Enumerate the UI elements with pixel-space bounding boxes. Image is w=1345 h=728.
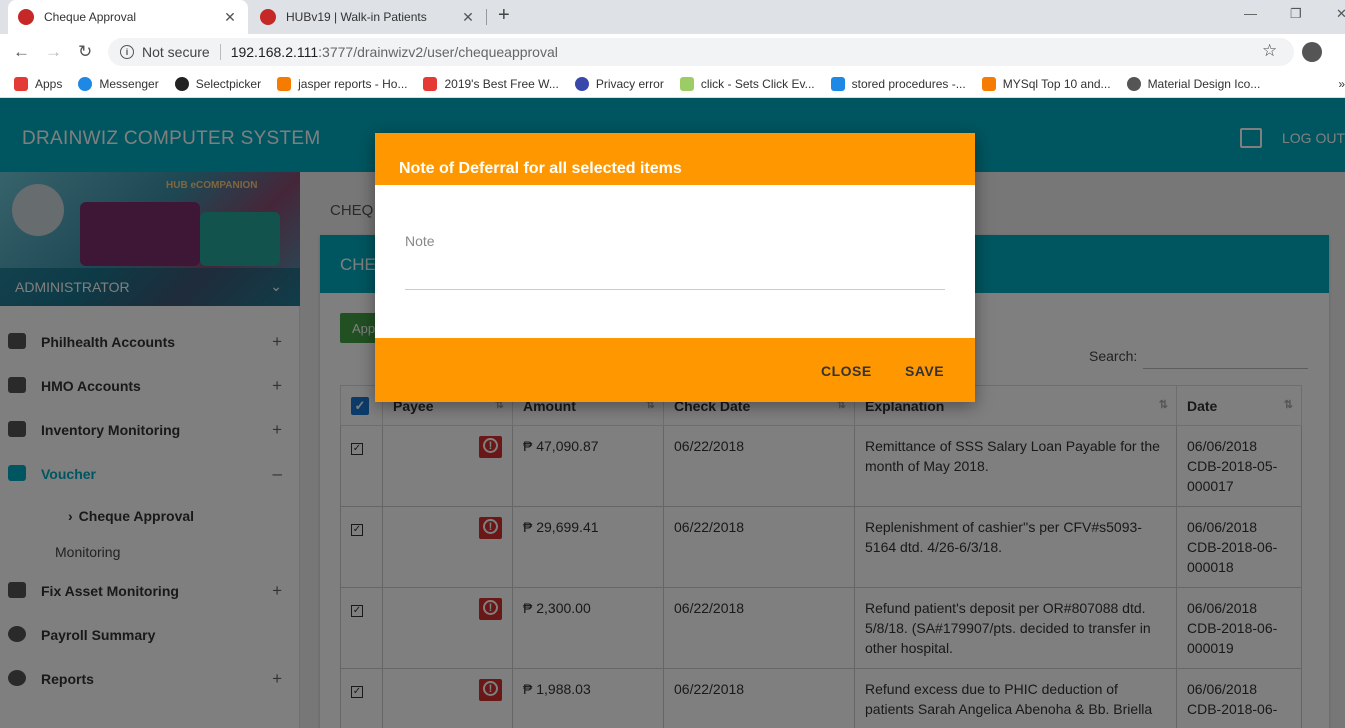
bookmark-stored-procedures[interactable]: stored procedures -... <box>830 76 966 91</box>
close-window-button[interactable]: ✕ <box>1336 6 1345 22</box>
browser-tab-cheque-approval[interactable]: Cheque Approval ✕ <box>8 0 248 34</box>
bookmark-jasper[interactable]: jasper reports - Ho... <box>277 76 408 91</box>
bookmark-messenger[interactable]: Messenger <box>78 76 159 91</box>
browser-tab-bar: Cheque Approval ✕ HUBv19 | Walk-in Patie… <box>0 0 1345 34</box>
dialog-footer: CLOSE SAVE <box>375 338 975 402</box>
close-button[interactable]: CLOSE <box>821 363 872 379</box>
apps-grid-icon <box>14 76 28 91</box>
github-icon <box>174 76 189 91</box>
bookmark-label: Messenger <box>99 76 159 91</box>
account-avatar-icon[interactable] <box>1302 42 1322 62</box>
bookmark-free-w[interactable]: 2019's Best Free W... <box>423 76 559 91</box>
note-label: Note <box>405 233 435 249</box>
bookmark-click[interactable]: click - Sets Click Ev... <box>679 76 815 91</box>
database-icon <box>830 76 845 91</box>
bookmark-label: Material Design Ico... <box>1147 76 1261 91</box>
bookmark-label: MYSql Top 10 and... <box>1002 76 1111 91</box>
bookmark-label: Privacy error <box>595 76 664 91</box>
url-host: 192.168.2.111 <box>230 44 319 60</box>
globe-icon <box>1126 76 1141 91</box>
deferral-note-dialog: Note of Deferral for all selected items … <box>375 133 975 402</box>
browser-tab-walk-in[interactable]: HUBv19 | Walk-in Patients ✕ <box>250 0 486 34</box>
tab-title: HUBv19 | Walk-in Patients <box>286 10 427 24</box>
site-icon <box>423 76 438 91</box>
messenger-icon <box>78 76 93 91</box>
info-icon[interactable]: i <box>120 45 134 59</box>
tab-title: Cheque Approval <box>44 10 137 24</box>
stackoverflow-icon <box>277 76 292 91</box>
close-tab-icon[interactable]: ✕ <box>460 9 476 26</box>
bookmark-label: 2019's Best Free W... <box>444 76 559 91</box>
bookmark-label: stored procedures -... <box>851 76 966 91</box>
divider <box>219 44 221 60</box>
address-bar-row: ← → ↻ i Not secure 192.168.2.111:3777/dr… <box>0 34 1345 70</box>
bookmark-privacy[interactable]: Privacy error <box>574 76 664 91</box>
warning-globe-icon <box>574 76 589 91</box>
site-icon <box>679 76 694 91</box>
stackoverflow-icon <box>981 76 996 91</box>
restore-button[interactable]: ❐ <box>1290 6 1302 22</box>
bookmark-star-icon[interactable]: ☆ <box>1262 41 1277 61</box>
dialog-body: Note <box>375 185 975 338</box>
bookmarks-more-button[interactable]: » <box>1338 77 1345 91</box>
dialog-title: Note of Deferral for all selected items <box>375 133 975 185</box>
bookmark-label: click - Sets Click Ev... <box>700 76 815 91</box>
url-path: :3777/drainwizv2/user/chequeapproval <box>318 44 558 60</box>
tab-divider <box>486 9 487 25</box>
security-label: Not secure <box>142 44 210 60</box>
forward-button[interactable]: → <box>45 42 62 62</box>
app-root: DRAINWIZ COMPUTER SYSTEM LOG OUT HUB eCO… <box>0 98 1345 728</box>
bookmark-label: jasper reports - Ho... <box>298 76 408 91</box>
favicon-icon <box>260 9 276 25</box>
close-tab-icon[interactable]: ✕ <box>222 9 238 26</box>
minimize-button[interactable]: — <box>1244 6 1257 21</box>
bookmark-mysql[interactable]: MYSql Top 10 and... <box>981 76 1111 91</box>
favicon-icon <box>18 9 34 25</box>
save-button[interactable]: SAVE <box>905 363 944 379</box>
back-button[interactable]: ← <box>13 42 30 62</box>
bookmark-apps[interactable]: Apps <box>14 76 63 91</box>
new-tab-button[interactable]: + <box>498 4 510 27</box>
bookmark-label: Selectpicker <box>195 76 262 91</box>
bookmark-selectpicker[interactable]: Selectpicker <box>174 76 262 91</box>
bookmark-label: Apps <box>35 76 63 91</box>
url-field[interactable]: i Not secure 192.168.2.111:3777/drainwiz… <box>108 38 1294 66</box>
reload-button[interactable]: ↻ <box>78 42 92 62</box>
bookmarks-bar: Apps Messenger Selectpicker jasper repor… <box>0 70 1345 98</box>
note-input[interactable] <box>405 260 945 290</box>
bookmark-material-design[interactable]: Material Design Ico... <box>1126 76 1261 91</box>
